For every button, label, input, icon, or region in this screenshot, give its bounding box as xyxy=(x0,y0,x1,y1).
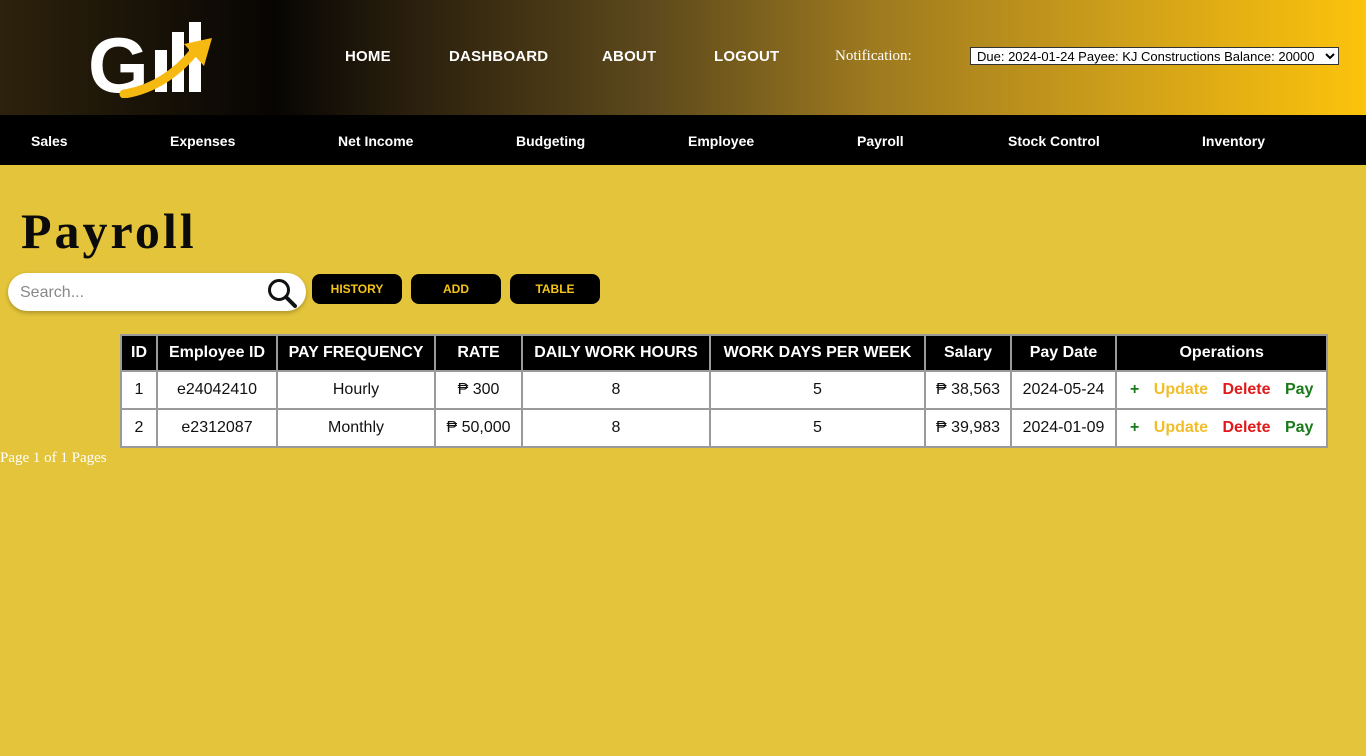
gill-logo-icon[interactable]: G xyxy=(88,18,214,98)
subnav-employee[interactable]: Employee xyxy=(688,133,754,149)
cell-rate: ₱ 300 xyxy=(434,370,523,410)
cell-salary: ₱ 38,563 xyxy=(924,370,1012,410)
search-icon[interactable] xyxy=(266,277,298,309)
cell-daily-work-hours: 8 xyxy=(521,370,711,410)
plus-button[interactable]: + xyxy=(1130,381,1139,398)
subnav-budgeting[interactable]: Budgeting xyxy=(516,133,585,149)
nav-logout[interactable]: LOGOUT xyxy=(714,48,779,65)
cell-pay-frequency: Monthly xyxy=(276,408,436,448)
cell-salary: ₱ 39,983 xyxy=(924,408,1012,448)
header-work-days-per-week: WORK DAYS PER WEEK xyxy=(709,334,926,372)
subnav-sales[interactable]: Sales xyxy=(31,133,68,149)
cell-rate: ₱ 50,000 xyxy=(434,408,523,448)
pagination-text: Page 1 of 1 Pages xyxy=(0,450,107,466)
header-pay-frequency: PAY FREQUENCY xyxy=(276,334,436,372)
cell-pay-frequency: Hourly xyxy=(276,370,436,410)
search-input[interactable] xyxy=(18,281,252,305)
plus-button[interactable]: + xyxy=(1130,419,1139,436)
pay-button[interactable]: Pay xyxy=(1285,419,1313,436)
cell-operations: + Update Delete Pay xyxy=(1114,370,1329,410)
subnav-net-income[interactable]: Net Income xyxy=(338,133,413,149)
header-id: ID xyxy=(120,334,158,372)
nav-home[interactable]: HOME xyxy=(345,48,391,65)
subnav-expenses[interactable]: Expenses xyxy=(170,133,235,149)
notification-select[interactable]: Due: 2024-01-24 Payee: KJ Constructions … xyxy=(970,47,1339,65)
pay-button[interactable]: Pay xyxy=(1285,381,1313,398)
nav-about[interactable]: ABOUT xyxy=(602,48,656,65)
notification-label: Notification: xyxy=(835,48,912,64)
table-button[interactable]: TABLE xyxy=(510,274,600,304)
cell-daily-work-hours: 8 xyxy=(521,408,711,448)
nav-dashboard[interactable]: DASHBOARD xyxy=(449,48,548,65)
table-row: 1 e24042410 Hourly ₱ 300 8 5 ₱ 38,563 20… xyxy=(120,370,1329,410)
page-title: Payroll xyxy=(21,203,197,259)
history-button[interactable]: HISTORY xyxy=(312,274,402,304)
header-employee-id: Employee ID xyxy=(156,334,278,372)
cell-pay-date: 2024-01-09 xyxy=(1010,408,1117,448)
search-box xyxy=(8,273,306,311)
subnav-stock-control[interactable]: Stock Control xyxy=(1008,133,1100,149)
header-daily-work-hours: DAILY WORK HOURS xyxy=(521,334,711,372)
cell-employee-id: e2312087 xyxy=(156,408,278,448)
add-button[interactable]: ADD xyxy=(411,274,501,304)
cell-pay-date: 2024-05-24 xyxy=(1010,370,1117,410)
update-button[interactable]: Update xyxy=(1154,419,1208,436)
table-row: 2 e2312087 Monthly ₱ 50,000 8 5 ₱ 39,983… xyxy=(120,408,1329,448)
cell-work-days-per-week: 5 xyxy=(709,408,926,448)
subnav-payroll[interactable]: Payroll xyxy=(857,133,904,149)
header-rate: RATE xyxy=(434,334,523,372)
subnav-inventory[interactable]: Inventory xyxy=(1202,133,1265,149)
header-salary: Salary xyxy=(924,334,1012,372)
update-button[interactable]: Update xyxy=(1154,381,1208,398)
table-header-row: ID Employee ID PAY FREQUENCY RATE DAILY … xyxy=(120,334,1329,372)
cell-operations: + Update Delete Pay xyxy=(1114,408,1329,448)
cell-id: 1 xyxy=(120,370,158,410)
cell-work-days-per-week: 5 xyxy=(709,370,926,410)
delete-button[interactable]: Delete xyxy=(1222,419,1270,436)
delete-button[interactable]: Delete xyxy=(1222,381,1270,398)
header: G HOME DASHBOARD ABOUT LOGOUT Notificati… xyxy=(0,0,1366,115)
payroll-table: ID Employee ID PAY FREQUENCY RATE DAILY … xyxy=(120,334,1329,448)
cell-employee-id: e24042410 xyxy=(156,370,278,410)
header-pay-date: Pay Date xyxy=(1010,334,1117,372)
cell-id: 2 xyxy=(120,408,158,448)
header-operations: Operations xyxy=(1114,334,1329,372)
module-nav: Sales Expenses Net Income Budgeting Empl… xyxy=(0,115,1366,165)
